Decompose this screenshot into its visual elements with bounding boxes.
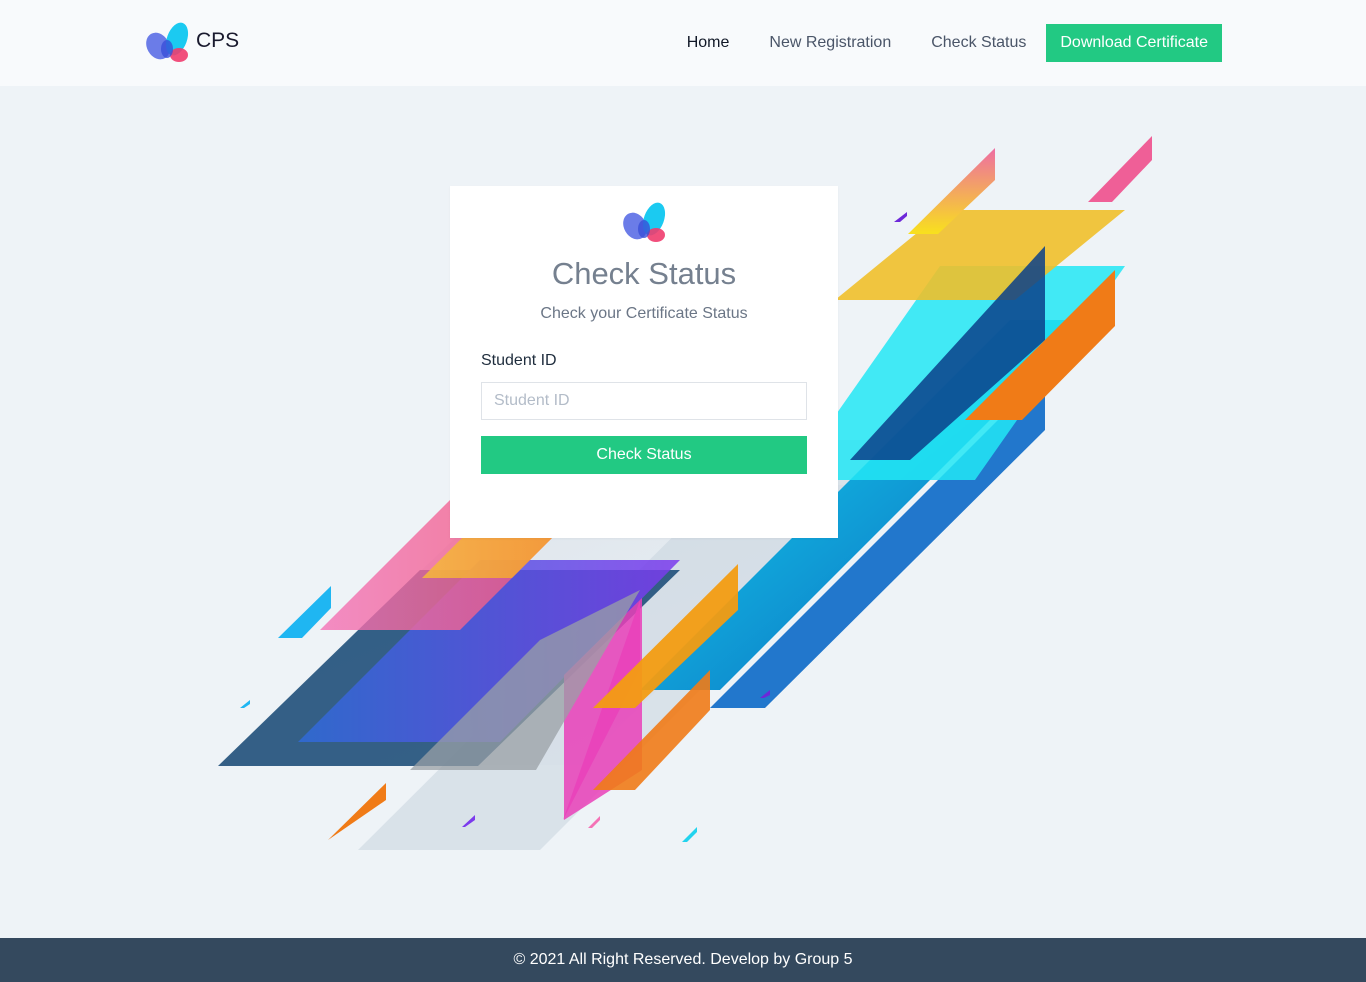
student-id-label: Student ID xyxy=(481,352,557,369)
butterfly-logo-icon xyxy=(146,22,189,62)
footer: © 2021 All Right Reserved. Develop by Gr… xyxy=(0,938,1366,982)
page-subtitle: Check your Certificate Status xyxy=(540,305,748,322)
brand-link[interactable]: CPS xyxy=(144,22,239,64)
nav-new-registration[interactable]: New Registration xyxy=(749,24,911,62)
download-certificate-button[interactable]: Download Certificate xyxy=(1046,24,1222,62)
nav-links: Home New Registration Check Status Downl… xyxy=(667,24,1222,62)
nav-check-status[interactable]: Check Status xyxy=(911,24,1046,62)
nav-home[interactable]: Home xyxy=(667,24,750,62)
brand-name: CPS xyxy=(196,29,240,52)
butterfly-logo-icon xyxy=(623,202,666,242)
check-status-card: Check Status Check your Certificate Stat… xyxy=(450,186,838,538)
footer-copyright: © 2021 All Right Reserved. Develop by Gr… xyxy=(513,951,853,968)
page-title: Check Status xyxy=(551,256,737,291)
student-id-input[interactable] xyxy=(481,382,807,420)
check-status-button[interactable]: Check Status xyxy=(481,436,807,474)
navbar: CPS Home New Registration Check Status D… xyxy=(0,0,1366,86)
